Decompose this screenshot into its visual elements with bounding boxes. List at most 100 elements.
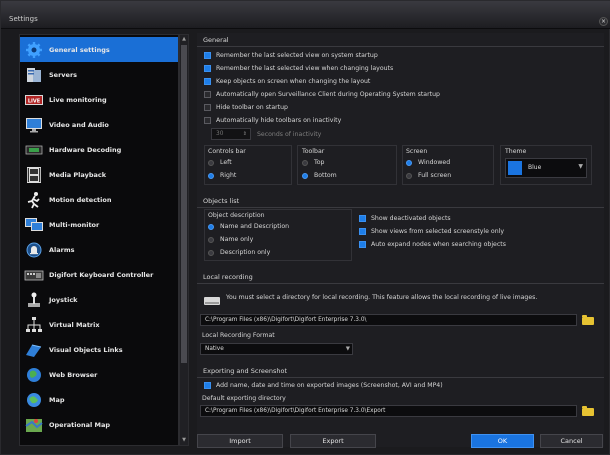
option-auto-open-client[interactable]: Automatically open Surveillance Client d… [204, 91, 440, 98]
server-icon [24, 66, 44, 84]
sidebar-item-servers[interactable]: Servers [20, 62, 178, 87]
sidebar-item-multi-monitor[interactable]: Multi-monitor [20, 212, 178, 237]
sidebar-item-video-and-audio[interactable]: Video and Audio [20, 112, 178, 137]
sidebar-scrollbar[interactable]: ▲ ▼ [179, 34, 189, 446]
sidebar-item-label: Map [49, 395, 65, 404]
sidebar-item-label: Visual Objects Links [49, 345, 123, 354]
sidebar-item-label: Joystick [49, 295, 78, 304]
svg-text:LIVE: LIVE [28, 98, 41, 104]
settings-window: Settings × General settings Servers LIVE… [0, 0, 610, 455]
spinner-icon[interactable]: ⇕ [243, 129, 247, 139]
export-button[interactable]: Export [290, 434, 376, 448]
radio-screen-fullscreen[interactable]: Full screen [406, 172, 451, 179]
folder-icon[interactable] [582, 315, 594, 325]
running-person-icon [24, 191, 44, 209]
option-show-views-screenstyle[interactable]: Show views from selected screenstyle onl… [359, 228, 504, 235]
sidebar-item-label: Live monitoring [49, 95, 107, 104]
radio-controls-right[interactable]: Right [208, 172, 236, 179]
checkbox[interactable] [359, 215, 366, 222]
inactivity-seconds-input[interactable]: 30 ⇕ [211, 128, 251, 140]
sidebar-item-live-monitoring[interactable]: LIVE Live monitoring [20, 87, 178, 112]
sidebar-item-general-settings[interactable]: General settings [20, 37, 178, 62]
checkbox[interactable] [359, 228, 366, 235]
option-show-deactivated[interactable]: Show deactivated objects [359, 215, 451, 222]
controls-bar-title: Controls bar [208, 148, 246, 155]
chevron-down-icon[interactable]: ▼ [578, 163, 583, 170]
matrix-icon [24, 316, 44, 334]
sidebar-item-motion-detection[interactable]: Motion detection [20, 187, 178, 212]
sidebar-item-label: Hardware Decoding [49, 145, 122, 154]
option-add-name-date-time[interactable]: Add name, date and time on exported imag… [204, 382, 443, 389]
section-objects-list-title: Objects list [197, 197, 604, 208]
radio-toolbar-top[interactable]: Top [302, 159, 324, 166]
option-remember-view-layouts[interactable]: Remember the last selected view when cha… [204, 65, 393, 72]
checkbox[interactable] [204, 65, 211, 72]
sidebar-item-media-playback[interactable]: Media Playback [20, 162, 178, 187]
folder-icon[interactable] [582, 406, 594, 416]
option-auto-expand-nodes[interactable]: Auto expand nodes when searching objects [359, 241, 506, 248]
radio-name-only[interactable]: Name only [208, 236, 253, 243]
sidebar-item-hardware-decoding[interactable]: Hardware Decoding [20, 137, 178, 162]
export-dir-path-input[interactable]: C:\Program Files (x86)\Digifort\Digifort… [200, 405, 577, 417]
checkbox[interactable] [204, 52, 211, 59]
sidebar-item-visual-objects-links[interactable]: Visual Objects Links [20, 337, 178, 362]
checkbox[interactable] [204, 382, 211, 389]
sidebar-item-label: Virtual Matrix [49, 320, 100, 329]
operational-map-icon [24, 416, 44, 434]
radio-description-only[interactable]: Description only [208, 249, 270, 256]
ok-button[interactable]: OK [471, 434, 534, 448]
toolbar-title: Toolbar [302, 148, 325, 155]
sidebar-item-digifort-keyboard-controller[interactable]: Digifort Keyboard Controller [20, 262, 178, 287]
option-auto-hide-toolbars[interactable]: Automatically hide toolbars on inactivit… [204, 117, 341, 124]
object-description-title: Object description [208, 212, 265, 219]
option-hide-toolbar[interactable]: Hide toolbar on startup [204, 104, 288, 111]
scroll-up-icon[interactable]: ▲ [181, 36, 187, 42]
chevron-down-icon[interactable]: ▼ [346, 344, 350, 354]
map-icon [24, 391, 44, 409]
section-local-recording-title: Local recording [197, 273, 604, 284]
local-recording-path-input[interactable]: C:\Program Files (x86)\Digifort\Digifort… [200, 314, 577, 326]
sidebar-item-label: Media Playback [49, 170, 107, 179]
sidebar-item-map[interactable]: Map [20, 387, 178, 412]
checkbox[interactable] [204, 104, 211, 111]
close-icon[interactable]: × [599, 17, 608, 26]
sidebar-item-joystick[interactable]: Joystick [20, 287, 178, 312]
scrollbar-thumb[interactable] [181, 45, 187, 363]
section-general-title: General [197, 36, 604, 47]
alarm-icon [24, 241, 44, 259]
link-icon [24, 341, 44, 359]
sidebar-item-label: Web Browser [49, 370, 98, 379]
radio-toolbar-bottom[interactable]: Bottom [302, 172, 337, 179]
settings-sidebar: General settings Servers LIVE Live monit… [19, 34, 179, 446]
checkbox[interactable] [204, 78, 211, 85]
sidebar-item-label: Servers [49, 70, 78, 79]
import-button[interactable]: Import [197, 434, 283, 448]
joystick-icon [24, 291, 44, 309]
sidebar-item-alarms[interactable]: Alarms [20, 237, 178, 262]
section-exporting-title: Exporting and Screenshot [197, 367, 604, 378]
checkbox[interactable] [204, 91, 211, 98]
sidebar-item-web-browser[interactable]: Web Browser [20, 362, 178, 387]
theme-select[interactable]: Blue ▼ [505, 158, 587, 178]
sidebar-item-operational-map[interactable]: Operational Map [20, 412, 178, 437]
radio-controls-left[interactable]: Left [208, 159, 232, 166]
checkbox[interactable] [359, 241, 366, 248]
sidebar-item-virtual-matrix[interactable]: Virtual Matrix [20, 312, 178, 337]
sidebar-item-label: Multi-monitor [49, 220, 100, 229]
scroll-down-icon[interactable]: ▼ [181, 437, 187, 443]
option-keep-objects[interactable]: Keep objects on screen when changing the… [204, 78, 370, 85]
globe-icon [24, 366, 44, 384]
default-export-dir-label: Default exporting directory [202, 395, 286, 402]
option-remember-view-startup[interactable]: Remember the last selected view on syste… [204, 52, 378, 59]
radio-screen-windowed[interactable]: Windowed [406, 159, 450, 166]
radio-name-and-description[interactable]: Name and Description [208, 223, 289, 230]
cancel-button[interactable]: Cancel [540, 434, 603, 448]
inactivity-unit-label: Seconds of inactivity [257, 131, 322, 138]
sidebar-item-label: General settings [49, 45, 110, 54]
local-recording-format-select[interactable]: Native ▼ [200, 343, 353, 355]
monitor-icon [24, 116, 44, 134]
checkbox[interactable] [204, 117, 211, 124]
sidebar-item-label: Operational Map [49, 420, 110, 429]
settings-content: General Remember the last selected view … [197, 33, 604, 447]
sidebar-item-label: Alarms [49, 245, 75, 254]
